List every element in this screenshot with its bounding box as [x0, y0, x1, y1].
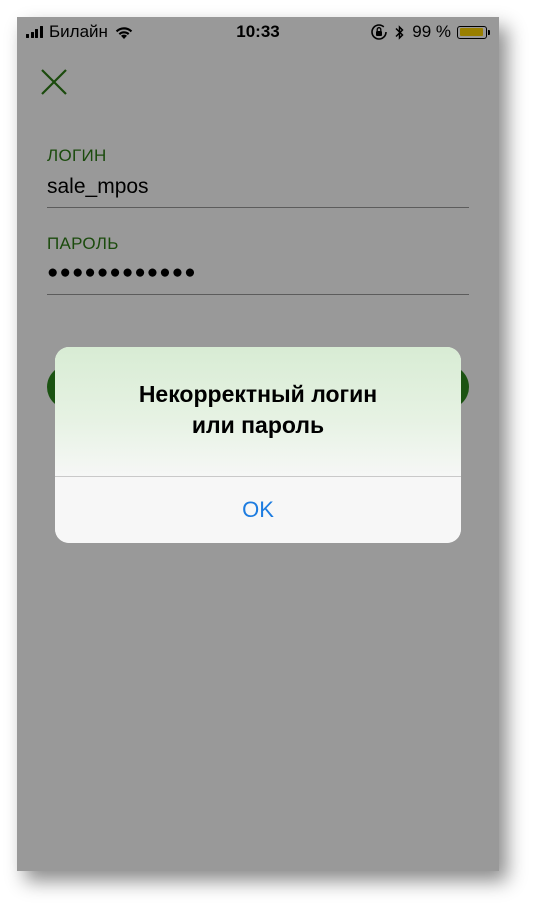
alert-title-line-1: Некорректный логин — [138, 381, 378, 407]
alert-ok-button[interactable]: OK — [55, 477, 461, 543]
alert-title-line-2: или пароль — [191, 412, 325, 438]
phone-frame: Билайн 10:33 99 % ЛОГИН sale_mpos ПАРОЛЬ… — [17, 17, 499, 871]
alert-title: Некорректный логин или пароль — [55, 379, 461, 441]
login-screen: Билайн 10:33 99 % ЛОГИН sale_mpos ПАРОЛЬ… — [17, 17, 499, 871]
error-alert: Некорректный логин или пароль OK — [55, 347, 461, 543]
